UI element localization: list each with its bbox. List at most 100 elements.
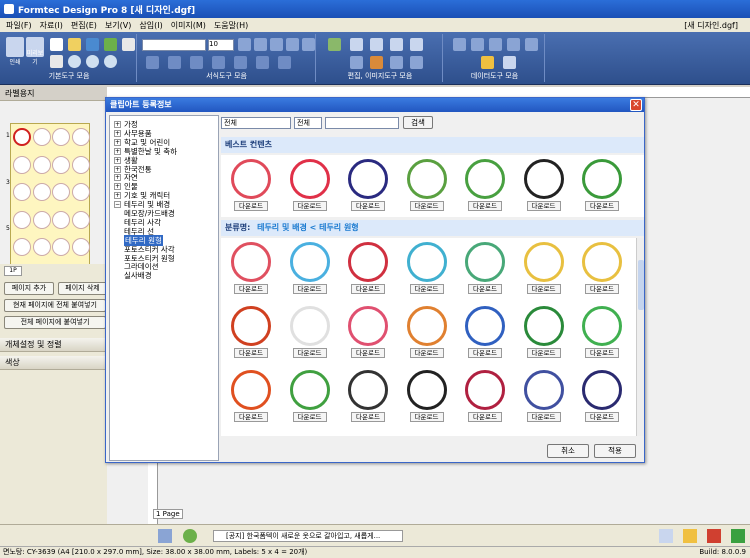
download-button[interactable]: 다운로드 [585, 201, 619, 211]
download-button[interactable]: 다운로드 [526, 201, 561, 211]
sub-filter-select[interactable]: 전체 [294, 117, 322, 129]
clipart-item[interactable]: 다운로드 [576, 240, 630, 298]
clipart-item[interactable]: 다운로드 [225, 240, 279, 298]
label-cell[interactable] [71, 238, 90, 256]
label-cell[interactable] [13, 183, 31, 201]
font-name-select[interactable] [142, 39, 206, 51]
clipart-item[interactable]: 다운로드 [401, 240, 455, 298]
zoom-in-icon[interactable] [68, 55, 81, 68]
download-button[interactable]: 다운로드 [234, 348, 268, 358]
download-button[interactable]: 다운로드 [234, 201, 268, 211]
page-1p-tab[interactable]: 1P [4, 266, 22, 276]
zoom-out-icon[interactable] [86, 55, 99, 68]
clipart-item[interactable]: 다운로드 [459, 304, 513, 362]
page-icon[interactable] [122, 38, 135, 51]
data-folder-icon[interactable] [481, 56, 494, 69]
formtec-logo-icon[interactable] [731, 529, 745, 543]
font-color-icon[interactable] [286, 38, 299, 51]
download-button[interactable]: 다운로드 [409, 284, 444, 294]
clipart-item[interactable]: 다운로드 [401, 157, 455, 215]
font-size-select[interactable]: 10 [208, 39, 234, 51]
clipart-item[interactable]: 다운로드 [284, 304, 338, 362]
bold-icon[interactable] [238, 38, 251, 51]
download-button[interactable]: 다운로드 [292, 284, 327, 294]
menu-help[interactable]: 도움말(H) [214, 20, 248, 31]
label-cell[interactable] [52, 183, 70, 201]
download-button[interactable]: 다운로드 [468, 284, 502, 294]
menu-insert[interactable]: 삽입(I) [139, 20, 162, 31]
add-page-button[interactable]: 페이지 추가 [4, 282, 54, 295]
download-button[interactable]: 다운로드 [526, 412, 561, 422]
copy-icon[interactable] [350, 38, 363, 51]
label-cell[interactable] [32, 210, 51, 229]
label-cell[interactable] [32, 128, 51, 146]
cancel-button[interactable]: 취소 [547, 444, 589, 458]
delete-icon[interactable] [410, 38, 423, 51]
download-button[interactable]: 다운로드 [468, 412, 502, 422]
label-paper-tab[interactable]: 라벨용지 [0, 87, 107, 101]
clipart-item[interactable]: 다운로드 [576, 368, 630, 426]
download-button[interactable]: 다운로드 [351, 201, 385, 211]
download-button[interactable]: 다운로드 [351, 284, 385, 294]
label-cell[interactable] [32, 155, 51, 174]
align-center-icon[interactable] [168, 56, 181, 69]
vertical-text-icon[interactable] [302, 38, 315, 51]
clipart-item[interactable]: 다운로드 [342, 240, 396, 298]
download-button[interactable]: 다운로드 [526, 348, 561, 358]
open-icon[interactable] [68, 38, 81, 51]
shrink-font-icon[interactable] [270, 38, 283, 51]
data-icon-3[interactable] [489, 38, 502, 51]
clipart-item[interactable]: 다운로드 [459, 157, 513, 215]
delete-page-button[interactable]: 페이지 삭제 [58, 282, 107, 295]
menu-image[interactable]: 이미지(M) [171, 20, 206, 31]
download-button[interactable]: 다운로드 [409, 412, 444, 422]
label-cell[interactable] [13, 210, 31, 229]
color-section[interactable]: 색상 [0, 356, 107, 370]
search-input[interactable] [325, 117, 399, 129]
undo-icon[interactable] [350, 56, 363, 69]
download-button[interactable]: 다운로드 [292, 412, 327, 422]
clipart-item[interactable]: 다운로드 [401, 368, 455, 426]
apply-button[interactable]: 적용 [594, 444, 636, 458]
notice-ticker[interactable]: [공지] 한국폼텍이 새로운 옷으로 갈아입고, 새롭게... [213, 530, 403, 542]
label-cell[interactable] [52, 210, 70, 229]
clipart-item[interactable]: 다운로드 [225, 368, 279, 426]
download-button[interactable]: 다운로드 [234, 284, 268, 294]
download-button[interactable]: 다운로드 [585, 348, 619, 358]
tool-icon-1[interactable] [659, 529, 673, 543]
globe-icon[interactable] [183, 529, 197, 543]
clipart-item[interactable]: 다운로드 [401, 304, 455, 362]
download-button[interactable]: 다운로드 [526, 284, 561, 294]
download-button[interactable]: 다운로드 [234, 412, 268, 422]
download-button[interactable]: 다운로드 [292, 348, 327, 358]
download-button[interactable]: 다운로드 [351, 412, 385, 422]
menu-file[interactable]: 파일(F) [6, 20, 32, 31]
clipart-item[interactable]: 다운로드 [342, 304, 396, 362]
paste-icon[interactable] [370, 38, 383, 51]
menu-data[interactable]: 자료(I) [40, 20, 63, 31]
print-button[interactable]: 인쇄 [6, 37, 24, 66]
align-middle-icon[interactable] [234, 56, 247, 69]
clipart-item[interactable]: 다운로드 [576, 304, 630, 362]
save-icon[interactable] [86, 38, 99, 51]
label-cell[interactable] [71, 128, 90, 146]
data-icon-4[interactable] [507, 38, 520, 51]
clipart-item[interactable]: 다운로드 [342, 368, 396, 426]
clipart-item[interactable]: 다운로드 [225, 304, 279, 362]
paste-current-page-button[interactable]: 현재 페이지에 전체 붙여넣기 [4, 299, 106, 312]
doc-icon[interactable] [50, 55, 63, 68]
download-button[interactable]: 다운로드 [409, 201, 444, 211]
flip-icon[interactable] [410, 56, 423, 69]
data-icon-5[interactable] [525, 38, 538, 51]
label-cell[interactable] [52, 128, 70, 146]
expand-toggle-icon[interactable]: − [114, 201, 121, 209]
page-tab[interactable]: 1 Page [153, 509, 183, 519]
label-cell[interactable] [32, 183, 51, 201]
close-icon[interactable]: ✕ [630, 99, 642, 111]
clipart-item[interactable]: 다운로드 [284, 368, 338, 426]
menu-edit[interactable]: 편집(E) [71, 20, 97, 31]
data-icon-2[interactable] [471, 38, 484, 51]
preview-button[interactable]: 미리보기 [26, 37, 44, 66]
download-button[interactable]: 다운로드 [585, 412, 619, 422]
clipart-item[interactable]: 다운로드 [284, 240, 338, 298]
